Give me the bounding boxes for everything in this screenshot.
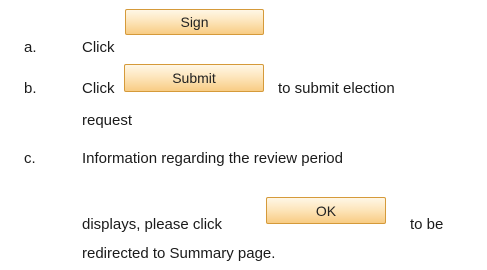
step-c-text-line2-before: displays, please click [82, 216, 223, 233]
step-b-text-before: Click [82, 80, 115, 97]
step-a-text: Click [82, 39, 115, 56]
step-b-text-continued: request [82, 112, 133, 129]
step-c-text-line2-after: to be [410, 216, 444, 233]
step-a-marker: a. [24, 39, 37, 56]
step-b-marker: b. [24, 80, 37, 97]
sign-button[interactable]: Sign [125, 9, 264, 35]
submit-button[interactable]: Submit [124, 64, 264, 92]
step-c-marker: c. [24, 150, 36, 167]
step-c-text-line3: redirected to Summary page. [82, 245, 276, 262]
ok-button[interactable]: OK [266, 197, 386, 224]
step-b-text-after: to submit election [278, 80, 395, 97]
step-c-text-line1: Information regarding the review period [82, 150, 343, 167]
